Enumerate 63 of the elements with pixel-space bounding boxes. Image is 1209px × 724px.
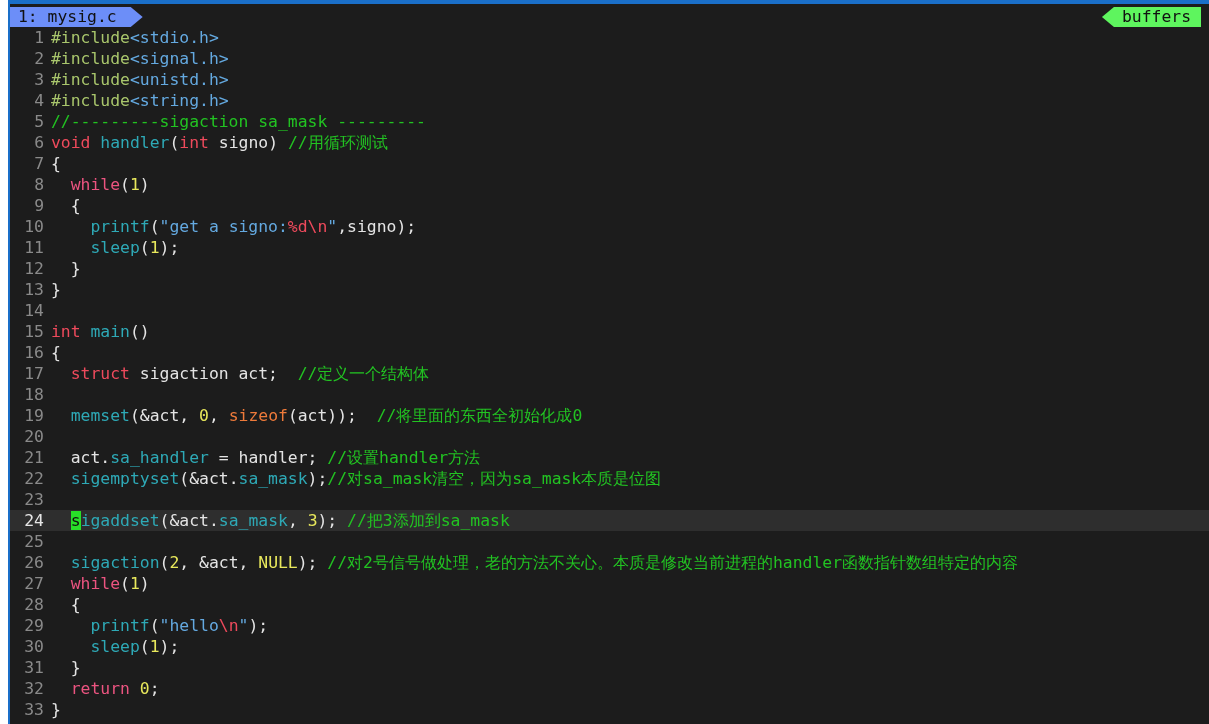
line-number: 27 (23, 573, 44, 594)
code-line: while(1) (69, 573, 150, 594)
code-line: struct sigaction act; //定义一个结构体 (69, 363, 430, 384)
line-number: 29 (23, 615, 44, 636)
line-number: 28 (23, 594, 44, 615)
line-number: 7 (33, 153, 44, 174)
code-line: void handler(int signo) //用循环测试 (51, 132, 388, 153)
line-number: 6 (33, 132, 44, 153)
code-line: #include<string.h> (51, 90, 229, 111)
code-line: #include<stdio.h> (51, 27, 219, 48)
line-number: 18 (23, 384, 44, 405)
line-number: 25 (23, 531, 44, 552)
code-line: act.sa_handler = handler; //设置handler方法 (69, 447, 481, 468)
line-number: 9 (33, 195, 44, 216)
line-number: 19 (23, 405, 44, 426)
line-number: 26 (23, 552, 44, 573)
code-line: return 0; (69, 678, 160, 699)
line-number: 8 (33, 174, 44, 195)
line-number: 17 (23, 363, 44, 384)
code-line: } (69, 258, 81, 279)
line-number: 11 (23, 237, 44, 258)
code-line: sleep(1); (89, 636, 180, 657)
code-line: } (69, 657, 81, 678)
code-line: memset(&act, 0, sizeof(act)); //将里面的东西全初始化成0 (69, 405, 583, 426)
line-number: 1 (33, 27, 44, 48)
buffer-tab[interactable]: 1: mysig.c (10, 7, 143, 27)
code-line: sigaddset(&act.sa_mask, 3); //把3添加到sa_mask (69, 510, 510, 531)
line-number: 5 (33, 111, 44, 132)
code-line: { (51, 153, 61, 174)
line-number: 10 (23, 216, 44, 237)
code-line: } (51, 699, 61, 720)
code-line: sleep(1); (89, 237, 180, 258)
code-line: { (51, 342, 61, 363)
code-line: int main() (51, 321, 150, 342)
line-number: 23 (23, 489, 44, 510)
line-number: 31 (23, 657, 44, 678)
line-number: 20 (23, 426, 44, 447)
code-line: sigemptyset(&act.sa_mask);//对sa_mask清空，因为sa_mask本质是位图 (69, 468, 662, 489)
line-number: 16 (23, 342, 44, 363)
line-number: 4 (33, 90, 44, 111)
line-number: 21 (23, 447, 44, 468)
buffers-label: buffers (1101, 7, 1201, 27)
code-line: sigaction(2, &act, NULL); //对2号信号做处理，老的方法不关心。本质是修改当前进程的handler函数指针数组特定的内容 (69, 552, 1019, 573)
code-line: { (69, 195, 81, 216)
line-number: 33 (23, 699, 44, 720)
line-number: 24 (23, 510, 44, 531)
line-number: 32 (23, 678, 44, 699)
code-line: //---------sigaction sa_mask --------- (51, 111, 426, 132)
code-line: #include<signal.h> (51, 48, 229, 69)
line-number: 14 (23, 300, 44, 321)
code-line: #include<unistd.h> (51, 69, 229, 90)
line-number: 22 (23, 468, 44, 489)
code-line: while(1) (69, 174, 150, 195)
code-line: { (69, 594, 81, 615)
code-line: printf("hello\n"); (89, 615, 269, 636)
line-number: 30 (23, 636, 44, 657)
code-line: printf("get a signo:%d\n",signo); (89, 216, 417, 237)
line-number: 12 (23, 258, 44, 279)
line-number: 13 (23, 279, 44, 300)
line-number: 3 (33, 69, 44, 90)
line-number: 2 (33, 48, 44, 69)
line-number: 15 (23, 321, 44, 342)
code-line: } (51, 279, 61, 300)
